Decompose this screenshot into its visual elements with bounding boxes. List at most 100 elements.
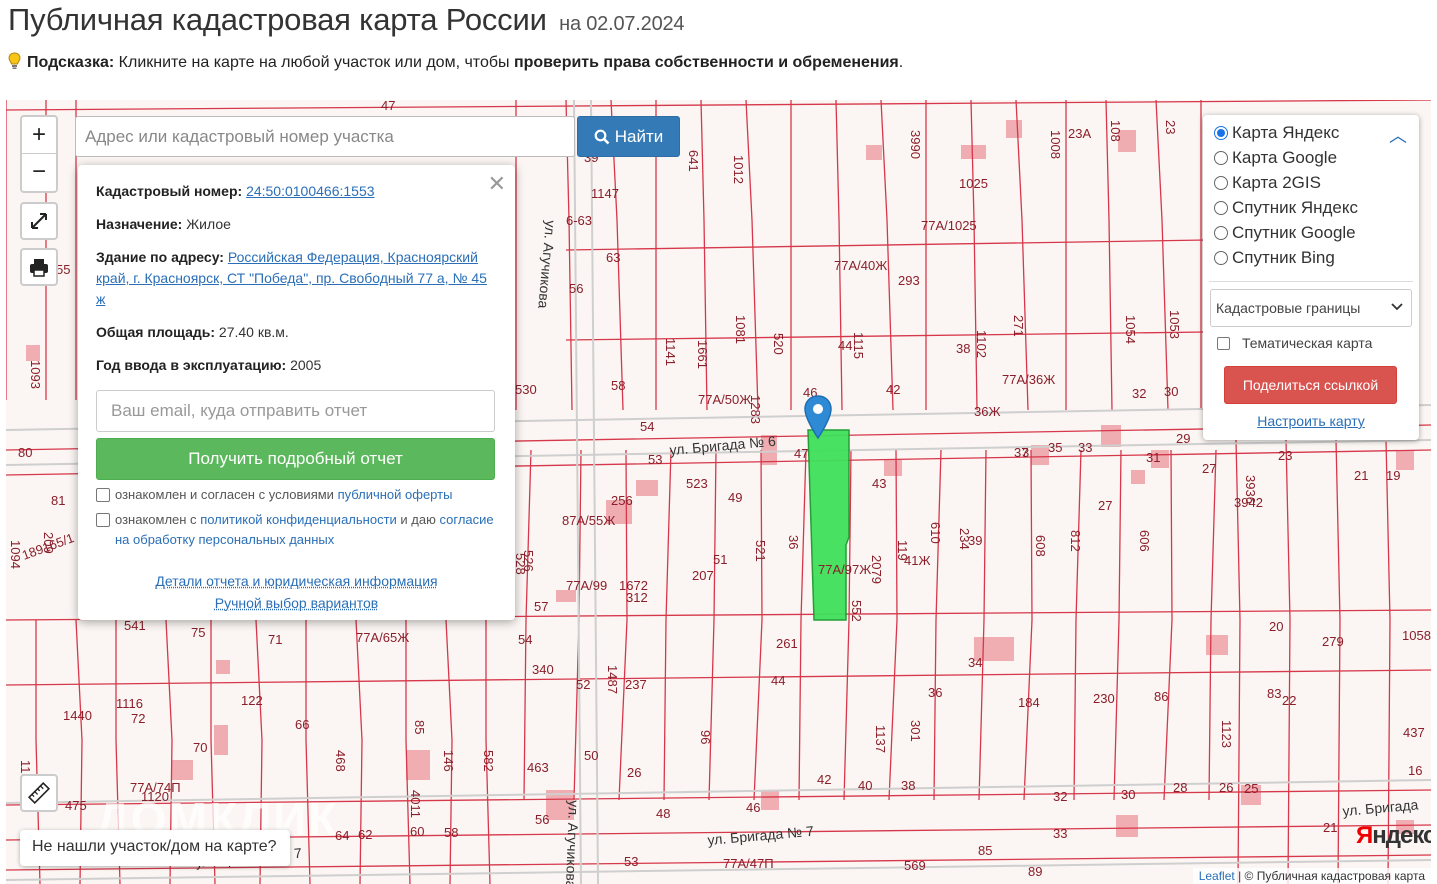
parcel-number-label: 19: [1386, 468, 1400, 483]
radio-button[interactable]: [1214, 251, 1228, 265]
parcel-number-label: 44: [771, 673, 785, 688]
parcel-number-label: 1283: [748, 395, 763, 424]
parcel-number-label: 234: [957, 528, 972, 550]
search-button[interactable]: Найти: [577, 116, 680, 157]
year-label: Год ввода в эксплуатацию:: [96, 357, 287, 373]
parcel-number-label: 1094: [8, 540, 23, 569]
leaflet-link[interactable]: Leaflet: [1199, 869, 1235, 883]
fullscreen-button[interactable]: [20, 202, 58, 240]
cadastral-map[interactable]: 47 39 1147 6-63 641 1012 3990 1008 23А 108 23 1025 7…: [6, 100, 1431, 884]
yandex-logo: Яндекс: [1356, 822, 1431, 850]
parcel-number-label: 70: [193, 740, 207, 755]
parcel-number-label: 72: [131, 711, 145, 726]
parcel-number-label: 81: [51, 493, 65, 508]
not-found-button[interactable]: Не нашли участок/дом на карте?: [20, 830, 290, 866]
parcel-number-label: 1093: [28, 360, 43, 389]
report-details-link[interactable]: Детали отчета и юридическая информация: [155, 573, 437, 589]
parcel-number-label: 1440: [63, 708, 92, 723]
parcel-number-label: 80: [18, 445, 32, 460]
layer-option-yandex-map[interactable]: Карта Яндекс: [1214, 123, 1339, 143]
parcel-number-label: 108: [1108, 120, 1123, 142]
setup-map-link[interactable]: Настроить карту: [1203, 413, 1419, 429]
layer-option-google-map[interactable]: Карта Google: [1214, 148, 1337, 168]
parcel-number-label: 52: [576, 677, 590, 692]
page-title-date: на 02.07.2024: [559, 13, 685, 35]
overlay-select[interactable]: Кадастровые границы: [1210, 289, 1412, 327]
parcel-number-label: 22: [1282, 693, 1296, 708]
parcel-number-label: 122: [241, 693, 263, 708]
manual-select-link[interactable]: Ручной выбор вариантов: [215, 595, 379, 611]
parcel-number-label: 520: [771, 333, 786, 355]
zoom-out-button[interactable]: −: [22, 154, 56, 191]
parcel-number-label: 1008: [1048, 130, 1063, 159]
measure-button[interactable]: [20, 774, 58, 812]
chevron-up-icon[interactable]: ︿: [1389, 122, 1407, 148]
layer-option-google-sat[interactable]: Спутник Google: [1214, 223, 1356, 243]
thematic-checkbox[interactable]: [1217, 336, 1230, 350]
parcel-number-label: 20: [1269, 619, 1283, 634]
attribution-source: Публичная кадастровая карта: [1256, 869, 1425, 883]
parcel-number-label: 33: [1053, 826, 1067, 841]
parcel-number-label: 27: [1202, 461, 1216, 476]
privacy-checkbox[interactable]: [96, 513, 110, 527]
search-input[interactable]: Адрес или кадастровый номер участка: [75, 116, 575, 157]
parcel-number-label: 60: [410, 824, 424, 839]
radio-button[interactable]: [1214, 176, 1228, 190]
search-button-label: Найти: [614, 126, 664, 146]
purpose-value: Жилое: [186, 216, 231, 232]
parcel-number-label: 50: [584, 748, 598, 763]
privacy-link[interactable]: политикой конфиденциальности: [200, 512, 397, 527]
radio-button[interactable]: [1214, 201, 1228, 215]
parcel-number-label: 606: [1137, 530, 1152, 552]
layer-option-2gis-map[interactable]: Карта 2GIS: [1214, 173, 1321, 193]
parcel-number-label: 1147: [591, 186, 619, 201]
parcel-number-label: 261: [776, 636, 798, 651]
radio-button[interactable]: [1214, 226, 1228, 240]
ruler-icon: [27, 781, 51, 805]
parcel-number-label: 35: [1048, 440, 1062, 455]
offer-checkbox[interactable]: [96, 488, 110, 502]
parcel-number-label: 641: [686, 150, 701, 172]
parcel-number-label: 1102: [974, 330, 989, 358]
parcel-number-label: 83: [1267, 686, 1281, 701]
street-label: ул. Агучикова: [563, 800, 582, 884]
area-label: Общая площадь:: [96, 324, 216, 340]
selected-parcel[interactable]: [807, 429, 850, 621]
parcel-number-label: 569: [904, 858, 926, 873]
print-button[interactable]: [20, 248, 58, 286]
share-link-button[interactable]: Поделиться ссылкой: [1224, 366, 1397, 404]
area-value: 27.40 кв.м.: [218, 324, 289, 340]
radio-button[interactable]: [1214, 126, 1228, 140]
get-report-button[interactable]: Получить подробный отчет: [96, 438, 495, 480]
hint-label: Подсказка:: [27, 54, 115, 71]
year-value: 2005: [290, 357, 322, 373]
parcel-number-label: 30: [1121, 787, 1135, 802]
parcel-number-label: 51: [713, 552, 727, 567]
parcel-number-label: 58: [444, 825, 458, 840]
parcel-number-label: 21: [1354, 468, 1368, 483]
parcel-number-label: 1054: [1123, 315, 1138, 344]
radio-button[interactable]: [1214, 151, 1228, 165]
map-attribution: Leaflet | © Публичная кадастровая карта: [1192, 868, 1431, 884]
page-title-text: Публичная кадастровая карта России: [8, 2, 547, 37]
close-icon[interactable]: ✕: [488, 171, 506, 197]
parcel-number-label: 25: [1244, 781, 1258, 796]
parcel-number-label: 42: [886, 382, 900, 397]
layer-option-yandex-sat[interactable]: Спутник Яндекс: [1214, 198, 1358, 218]
thematic-map-toggle[interactable]: Тематическая карта: [1217, 335, 1372, 351]
parcel-number-label: 523: [686, 476, 708, 491]
email-field[interactable]: Ваш email, куда отправить отчет: [96, 390, 495, 432]
parcel-number-label: 47: [794, 446, 808, 461]
privacy-agreement: ознакомлен с политикой конфиденциальност…: [96, 510, 497, 550]
zoom-in-button[interactable]: +: [22, 117, 56, 154]
parcel-number-label: 77А/50Ж: [698, 392, 751, 407]
cadastral-number-link[interactable]: 24:50:0100466:1553: [246, 183, 374, 199]
layer-option-bing-sat[interactable]: Спутник Bing: [1214, 248, 1335, 268]
offer-link[interactable]: публичной оферты: [338, 487, 453, 502]
map-marker-icon[interactable]: [803, 394, 833, 440]
parcel-number-label: 237: [625, 677, 647, 692]
yandex-logo-first: Я: [1356, 822, 1373, 849]
privacy-and: и даю: [400, 512, 436, 527]
parcel-number-label: 26: [627, 765, 641, 780]
parcel-number-label: 23: [1163, 120, 1178, 134]
